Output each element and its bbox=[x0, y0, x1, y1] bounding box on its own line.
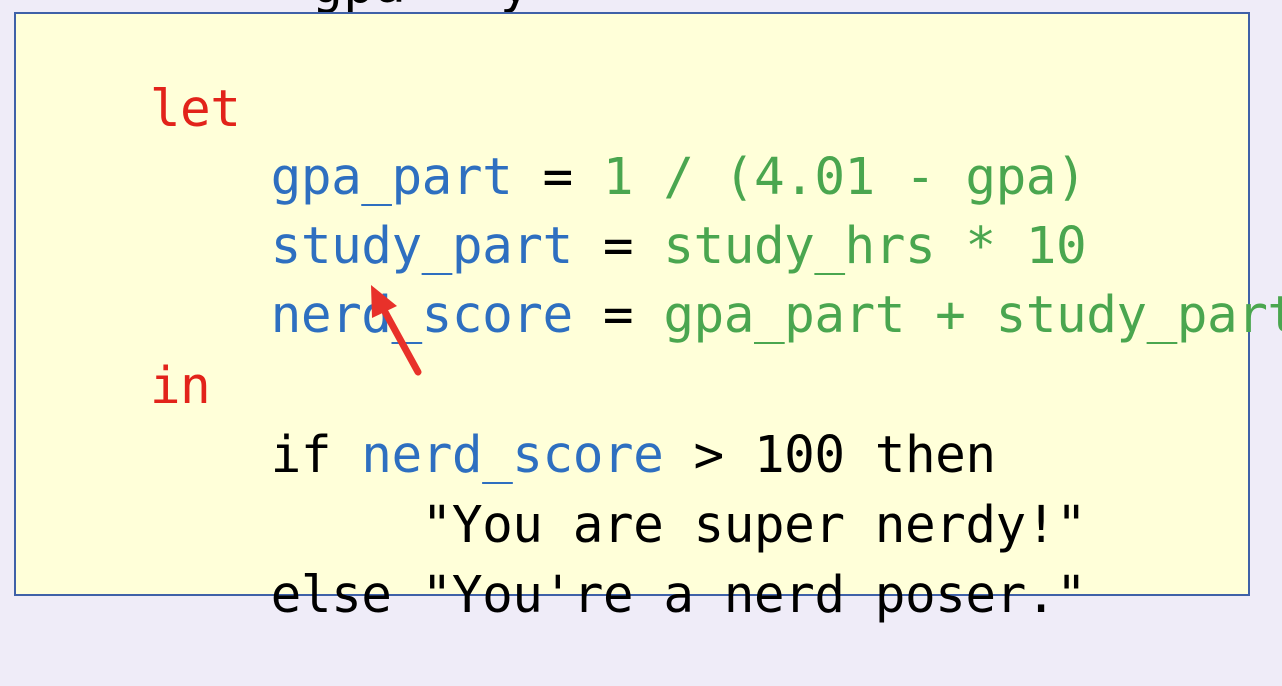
expression-nerd-score: gpa_part + study_part bbox=[663, 286, 1282, 345]
code-line-then-string: "You are super nerdy!" bbox=[29, 436, 1087, 555]
code-line-gpa-part: gpa_part = 1 / (4.01 - gpa) bbox=[29, 88, 1087, 207]
code-line-study-part: study_part = study_hrs * 10 bbox=[29, 157, 1087, 276]
else-branch: else "You're a nerd poser." bbox=[270, 566, 1087, 625]
code-line-if: if nerd_score > 100 then bbox=[29, 366, 996, 485]
code-block: let gpa_part = 1 / (4.01 - gpa) study_pa… bbox=[14, 12, 1282, 625]
clipped-previous-line: _ _ _ gpa y_ bbox=[30, 0, 562, 11]
variable-nerd-score: nerd_score bbox=[270, 286, 574, 345]
code-line-let: let bbox=[29, 20, 241, 139]
code-line-nerd-score: nerd_score = gpa_part + study_part bbox=[29, 226, 1282, 345]
assign-operator: = bbox=[572, 286, 664, 345]
code-line-in: in bbox=[29, 297, 211, 416]
code-line-else: else "You're a nerd poser." bbox=[29, 506, 1087, 625]
